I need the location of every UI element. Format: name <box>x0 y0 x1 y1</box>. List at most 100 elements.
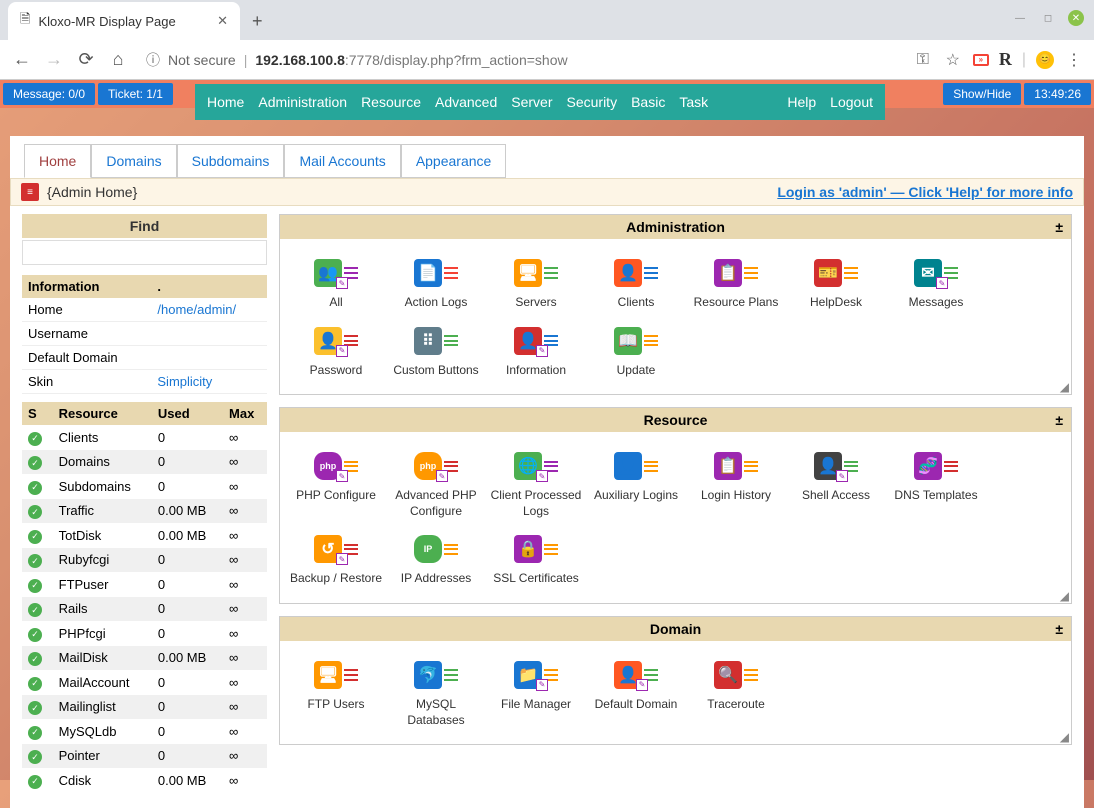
info-row: Default Domain <box>22 346 267 370</box>
panel-item-password[interactable]: 👤✎Password <box>286 317 386 385</box>
extension-r-icon[interactable]: R <box>999 49 1012 70</box>
panel-item-information[interactable]: 👤✎Information <box>486 317 586 385</box>
panel-item-all[interactable]: 👥✎All <box>286 249 386 317</box>
panel-item-servers[interactable]: 🖥Servers <box>486 249 586 317</box>
nav-link-task[interactable]: Task <box>679 94 708 110</box>
panel-item-ftp-users[interactable]: 🖥FTP Users <box>286 651 386 734</box>
info-row: SkinSimplicity <box>22 370 267 394</box>
list-glyph-icon <box>444 266 458 280</box>
resize-handle-icon[interactable]: ◢ <box>1060 589 1069 603</box>
tab-subdomains[interactable]: Subdomains <box>177 144 285 178</box>
list-glyph-icon <box>344 668 358 682</box>
minimize-icon[interactable]: — <box>1012 10 1028 26</box>
panel-item-dns-templates[interactable]: 🧬DNS Templates <box>886 442 986 525</box>
panel-item-helpdesk[interactable]: 🎫HelpDesk <box>786 249 886 317</box>
collapse-icon[interactable]: ± <box>1055 412 1063 428</box>
list-glyph-icon <box>744 668 758 682</box>
panel-item-clients[interactable]: 👤Clients <box>586 249 686 317</box>
list-glyph-icon <box>844 266 858 280</box>
ticket-badge[interactable]: Ticket: 1/1 <box>98 83 173 105</box>
info-link[interactable]: /home/admin/ <box>157 302 236 317</box>
main-nav: Home Administration Resource Advanced Server… <box>195 84 885 120</box>
back-icon[interactable]: ← <box>10 48 34 72</box>
breadcrumb-help-link[interactable]: Login as 'admin' — Click 'Help' for more… <box>777 184 1073 200</box>
tab-appearance[interactable]: Appearance <box>401 144 507 178</box>
find-input[interactable] <box>22 240 267 265</box>
status-ok-icon: ✓ <box>28 530 42 544</box>
collapse-icon[interactable]: ± <box>1055 621 1063 637</box>
panel-item-action-logs[interactable]: 📄Action Logs <box>386 249 486 317</box>
panel-item-traceroute[interactable]: 🔍Traceroute <box>686 651 786 734</box>
tab-mail-accounts[interactable]: Mail Accounts <box>284 144 400 178</box>
clock-badge: 13:49:26 <box>1024 83 1091 105</box>
browser-tab[interactable]: 🗎 Kloxo-MR Display Page ✕ <box>8 2 240 40</box>
nav-link-security[interactable]: Security <box>567 94 618 110</box>
panel-item-ssl-certificates[interactable]: 🔒SSL Certificates <box>486 525 586 593</box>
maximize-icon[interactable]: ◻ <box>1040 10 1056 26</box>
info-link[interactable]: Simplicity <box>157 374 212 389</box>
breadcrumb-icon: ≡ <box>21 183 39 201</box>
table-row: ✓Traffic0.00 MB∞ <box>22 499 267 524</box>
nav-link-help[interactable]: Help <box>787 94 816 110</box>
new-tab-button[interactable]: + <box>240 3 275 40</box>
tab-domains[interactable]: Domains <box>91 144 176 178</box>
nav-link-administration[interactable]: Administration <box>258 94 347 110</box>
nav-link-resource[interactable]: Resource <box>361 94 421 110</box>
panel-item-ip-addresses[interactable]: IPIP Addresses <box>386 525 486 593</box>
servers-icon: 🖥 <box>514 259 542 287</box>
list-glyph-icon <box>944 459 958 473</box>
nav-link-logout[interactable]: Logout <box>830 94 873 110</box>
action-logs-icon: 📄 <box>414 259 442 287</box>
panel-item-label: DNS Templates <box>888 488 984 504</box>
edit-badge-icon: ✎ <box>336 553 348 565</box>
menu-icon[interactable]: ⋮ <box>1064 50 1084 70</box>
nav-link-home[interactable]: Home <box>207 94 244 110</box>
login-history-icon: 📋 <box>714 452 742 480</box>
ssl-certificates-icon: 🔒 <box>514 535 542 563</box>
panel-item-default-domain[interactable]: 👤✎Default Domain <box>586 651 686 734</box>
panel-item-update[interactable]: 📖Update <box>586 317 686 385</box>
home-icon[interactable]: ⌂ <box>106 48 130 72</box>
panel-item-mysql-databases[interactable]: 🐬MySQL Databases <box>386 651 486 734</box>
panel-item-login-history[interactable]: 📋 Login History <box>686 442 786 525</box>
reload-icon[interactable]: ⟳ <box>74 48 98 72</box>
resize-handle-icon[interactable]: ◢ <box>1060 730 1069 744</box>
panel-item-label: IP Addresses <box>388 571 484 587</box>
resize-handle-icon[interactable]: ◢ <box>1060 380 1069 394</box>
panel-item-backup-restore[interactable]: ↺✎Backup / Restore <box>286 525 386 593</box>
tab-home[interactable]: Home <box>24 144 91 178</box>
panel-item-custom-buttons[interactable]: ⠿Custom Buttons <box>386 317 486 385</box>
panel-item-php-configure[interactable]: php✎PHP Configure <box>286 442 386 525</box>
panel-item-label: Login History <box>688 488 784 504</box>
extension-icon[interactable]: » <box>973 54 989 66</box>
panel-item-shell-access[interactable]: 👤✎Shell Access <box>786 442 886 525</box>
key-icon[interactable]: ⚿ <box>913 50 933 70</box>
panel-item-resource-plans[interactable]: 📋Resource Plans <box>686 249 786 317</box>
address-bar[interactable]: ⓘ Not secure | 192.168.100.8:7778/displa… <box>138 46 905 74</box>
status-ok-icon: ✓ <box>28 652 42 666</box>
window-close-icon[interactable]: ✕ <box>1068 10 1084 26</box>
panel-item-auxiliary-logins[interactable]: 👤Auxiliary Logins <box>586 442 686 525</box>
list-glyph-icon <box>544 542 558 556</box>
update-icon: 📖 <box>614 327 642 355</box>
panel-item-client-processed-logs[interactable]: 🌐✎Client Processed Logs <box>486 442 586 525</box>
table-row: ✓Mailinglist0∞ <box>22 695 267 720</box>
showhide-button[interactable]: Show/Hide <box>943 83 1021 105</box>
extension-face-icon[interactable]: 😊 <box>1036 51 1054 69</box>
collapse-icon[interactable]: ± <box>1055 219 1063 235</box>
panel-item-label: Default Domain <box>588 697 684 713</box>
breadcrumb: ≡ {Admin Home} Login as 'admin' — Click … <box>10 178 1084 206</box>
nav-link-advanced[interactable]: Advanced <box>435 94 497 110</box>
info-icon[interactable]: ⓘ <box>146 50 160 70</box>
message-badge[interactable]: Message: 0/0 <box>3 83 95 105</box>
panel-item-messages[interactable]: ✉✎Messages <box>886 249 986 317</box>
star-icon[interactable]: ☆ <box>943 50 963 70</box>
status-ok-icon: ✓ <box>28 603 42 617</box>
close-icon[interactable]: ✕ <box>217 13 228 29</box>
resource-table: SResourceUsedMax ✓Clients0∞✓Domains0∞✓Su… <box>22 402 267 793</box>
panel-item-label: Password <box>288 363 384 379</box>
panel-item-advanced-php-configure[interactable]: php✎Advanced PHP Configure <box>386 442 486 525</box>
nav-link-basic[interactable]: Basic <box>631 94 665 110</box>
panel-item-file-manager[interactable]: 📁✎File Manager <box>486 651 586 734</box>
nav-link-server[interactable]: Server <box>511 94 552 110</box>
